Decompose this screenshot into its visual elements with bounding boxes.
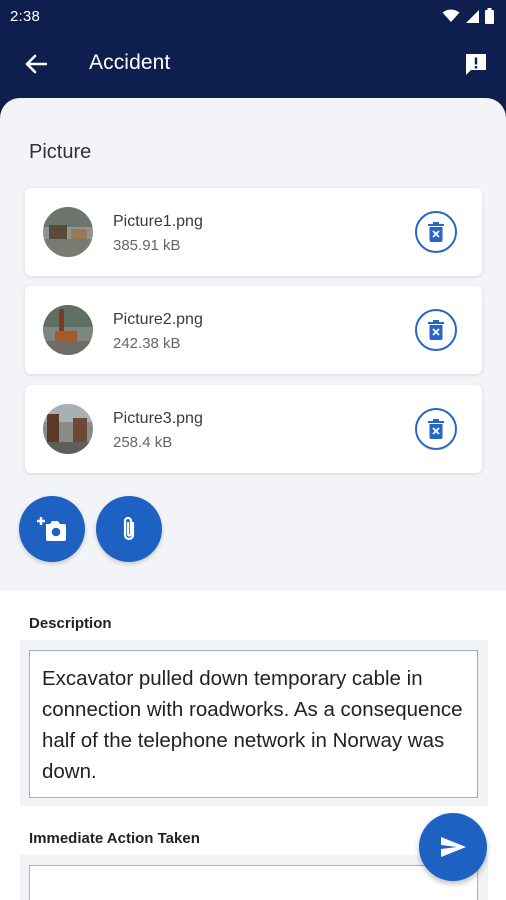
status-icons — [442, 8, 494, 24]
paperclip-icon — [123, 516, 135, 541]
immediate-action-label: Immediate Action Taken — [29, 830, 200, 847]
add-photo-button[interactable] — [19, 496, 85, 562]
back-button[interactable] — [16, 46, 56, 82]
battery-icon — [485, 8, 494, 24]
app-bar: Accident — [0, 32, 506, 98]
feedback-button[interactable] — [456, 45, 496, 83]
delete-picture-button[interactable] — [415, 408, 457, 450]
delete-icon — [428, 419, 444, 439]
picture-list-item[interactable]: Picture2.png 242.38 kB — [25, 286, 482, 374]
picture-list-item[interactable]: Picture3.png 258.4 kB — [25, 385, 482, 473]
picture-section-title: Picture — [29, 141, 92, 163]
file-name: Picture2.png — [113, 311, 203, 328]
arrow-left-icon — [25, 54, 47, 74]
status-time: 2:38 — [10, 7, 40, 25]
file-size: 385.91 kB — [113, 237, 181, 254]
feedback-icon — [466, 54, 486, 75]
description-label: Description — [29, 615, 112, 632]
description-field-wrapper: Excavator pulled down temporary cable in… — [20, 640, 488, 806]
send-icon — [441, 837, 466, 857]
signal-icon — [466, 9, 479, 23]
delete-icon — [428, 320, 444, 340]
picture-thumbnail — [43, 404, 93, 454]
delete-icon — [428, 222, 444, 242]
add-camera-icon — [37, 517, 66, 541]
delete-picture-button[interactable] — [415, 309, 457, 351]
picture-thumbnail — [43, 207, 93, 257]
file-name: Picture3.png — [113, 410, 203, 427]
immediate-action-field-wrapper — [20, 855, 488, 900]
wifi-icon — [442, 9, 460, 22]
description-field[interactable]: Excavator pulled down temporary cable in… — [29, 650, 478, 798]
delete-picture-button[interactable] — [415, 211, 457, 253]
file-name: Picture1.png — [113, 213, 203, 230]
page-title: Accident — [89, 51, 171, 74]
status-bar: 2:38 — [0, 0, 506, 32]
picture-list-item[interactable]: Picture1.png 385.91 kB — [25, 188, 482, 276]
send-button[interactable] — [419, 813, 487, 881]
file-size: 242.38 kB — [113, 335, 181, 352]
content-sheet: Picture Picture1.png 385.91 kB Picture2.… — [0, 98, 506, 900]
immediate-action-field[interactable] — [29, 865, 478, 900]
picture-thumbnail — [43, 305, 93, 355]
attach-file-button[interactable] — [96, 496, 162, 562]
file-size: 258.4 kB — [113, 434, 173, 451]
